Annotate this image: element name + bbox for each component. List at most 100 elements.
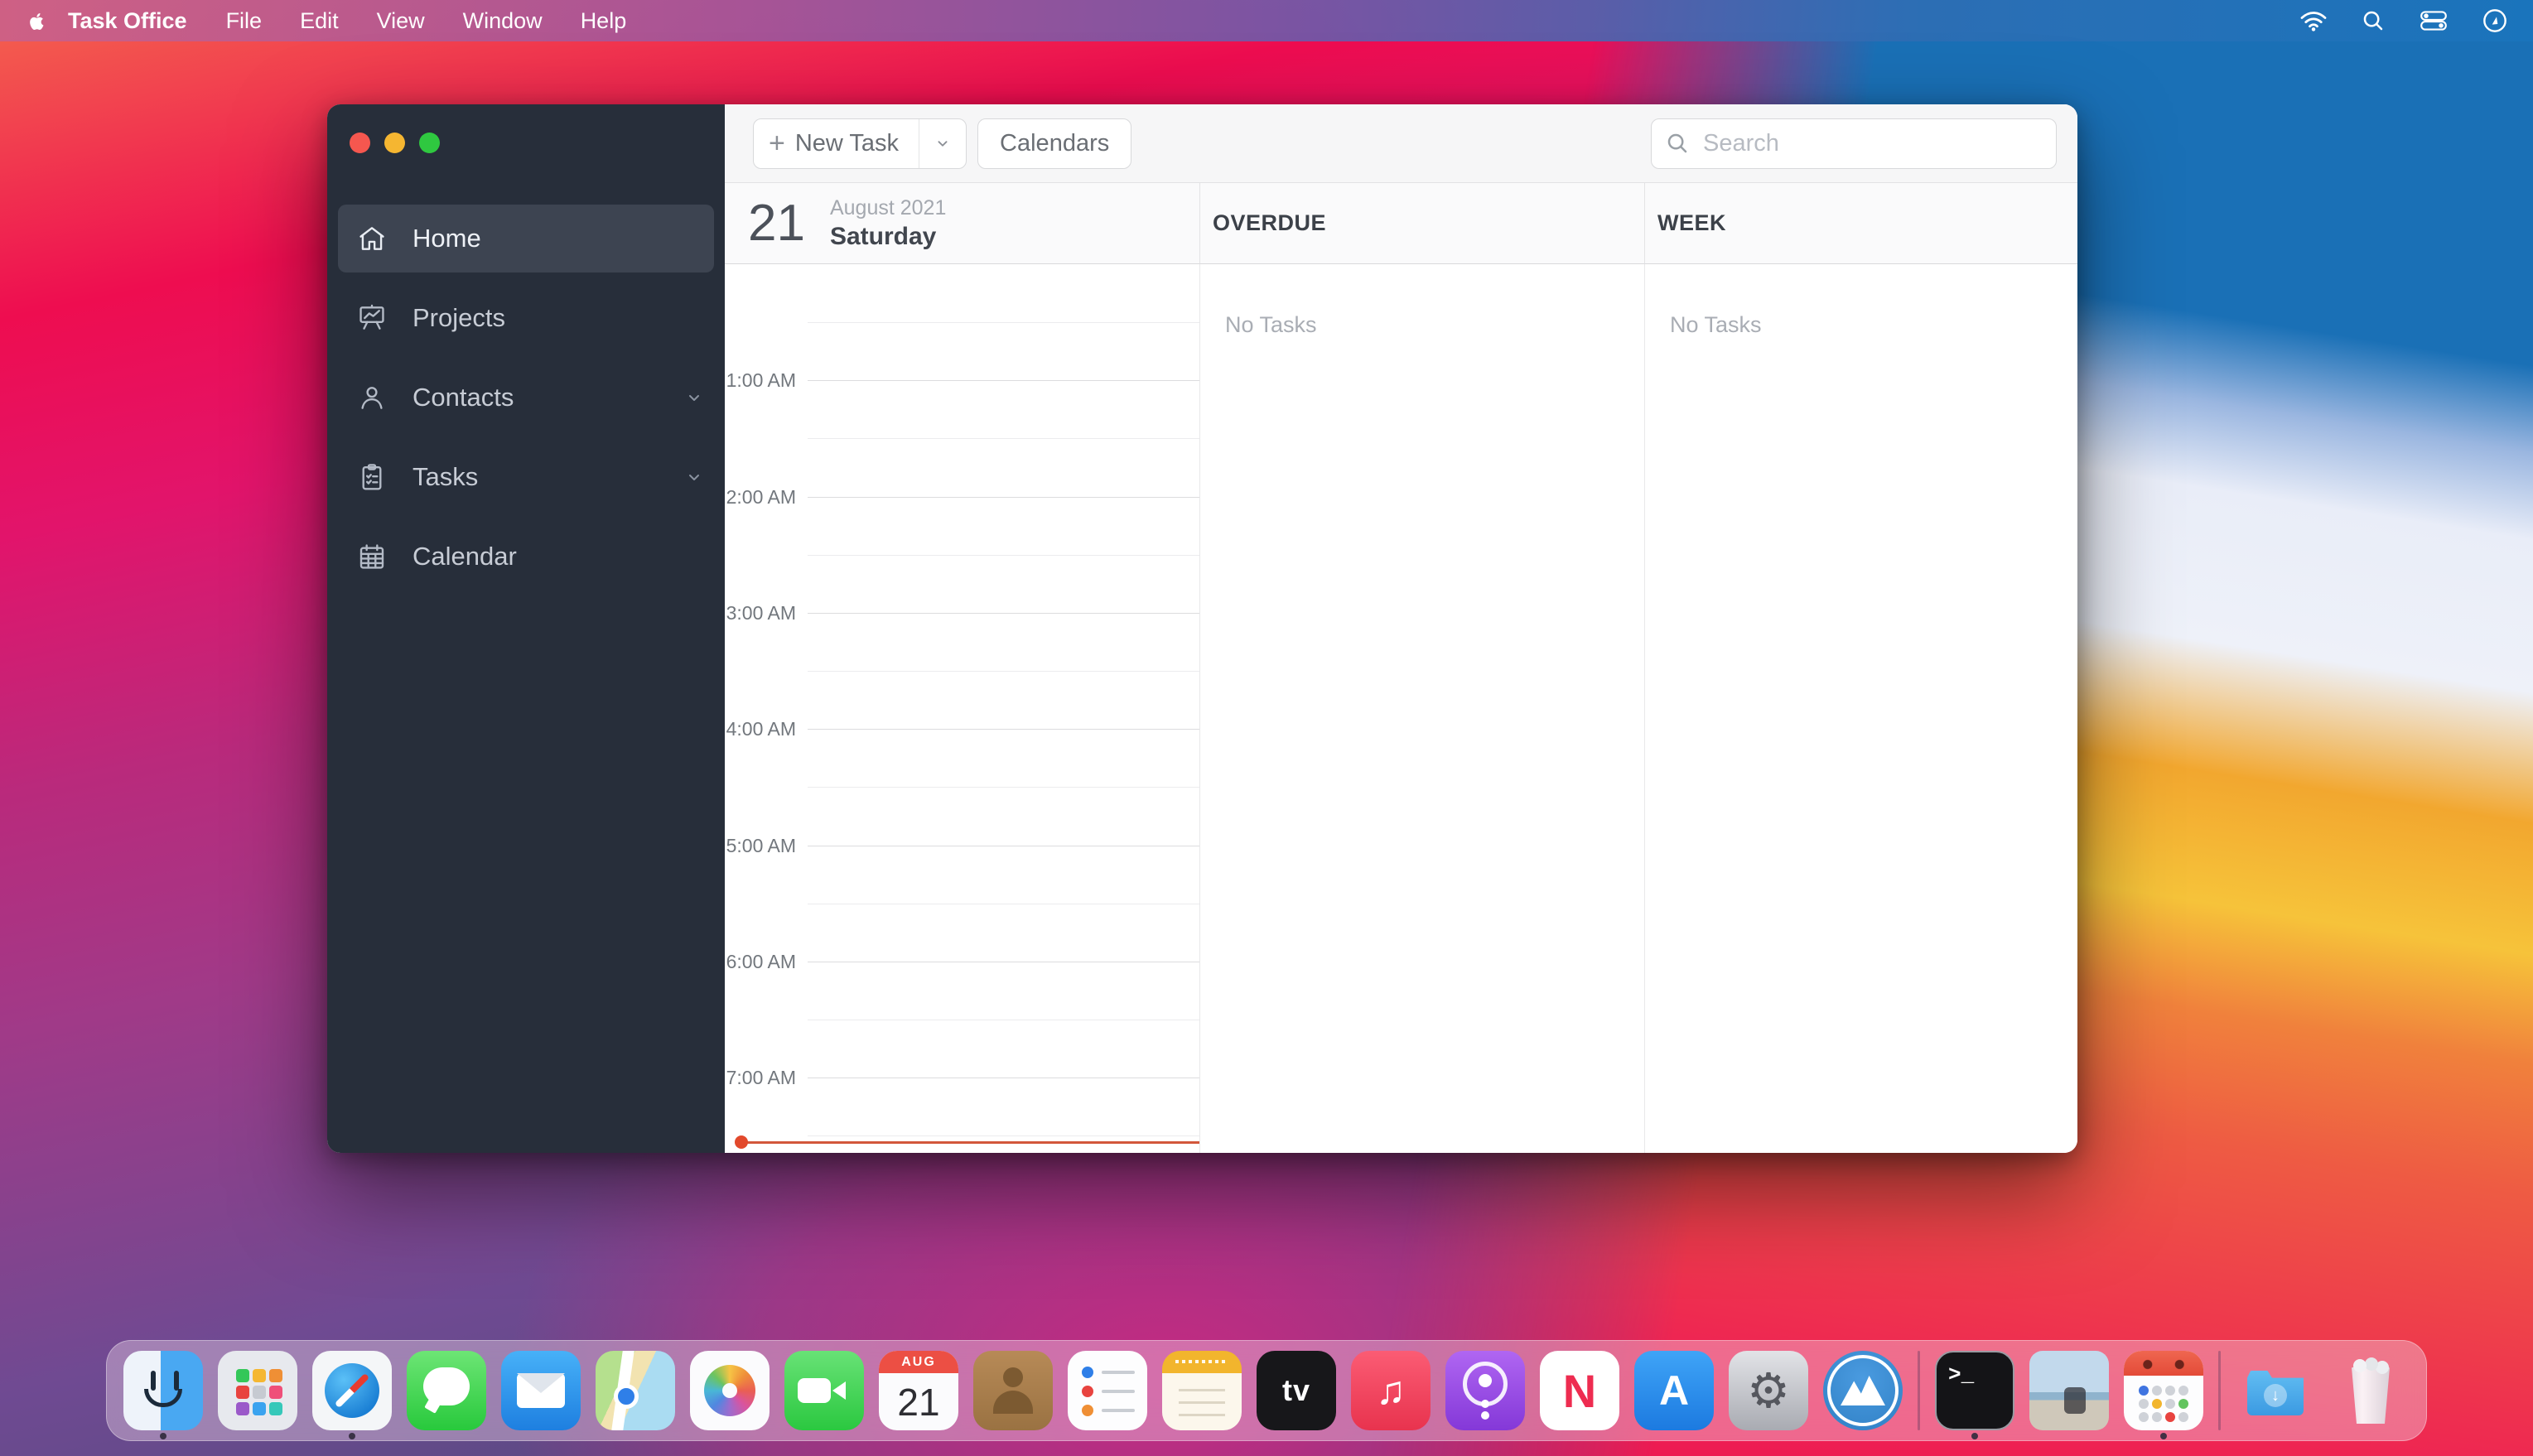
dock-item-podcasts[interactable]: [1445, 1351, 1525, 1439]
menu-edit[interactable]: Edit: [281, 0, 358, 41]
search-input[interactable]: [1701, 129, 2043, 158]
dock-item-apple-tv[interactable]: tv: [1257, 1351, 1336, 1439]
dock-item-facetime[interactable]: [784, 1351, 864, 1439]
hour-gridline: [808, 497, 1199, 498]
dock-item-photos[interactable]: [690, 1351, 770, 1439]
dock-item-reminders[interactable]: [1068, 1351, 1147, 1439]
dock-item-mountain-app[interactable]: [1823, 1351, 1903, 1439]
menu-help[interactable]: Help: [562, 0, 646, 41]
calendar-icon: AUG21: [879, 1351, 958, 1430]
plus-icon: +: [769, 128, 785, 160]
sidebar-item-label: Contacts: [413, 383, 514, 412]
music-icon: ♫: [1351, 1351, 1431, 1430]
dock-item-downloads-folder[interactable]: [2236, 1351, 2315, 1439]
finder-icon: [123, 1351, 203, 1430]
safari-icon: [312, 1351, 392, 1430]
apple-menu[interactable]: [0, 8, 48, 34]
hour-gridline: [808, 729, 1199, 730]
sidebar-item-label: Calendar: [413, 542, 517, 571]
running-indicator-dot: [160, 1433, 166, 1439]
weekday-label: Saturday: [830, 223, 946, 251]
main-area: + New Task Calendars 21: [725, 104, 2077, 1153]
downloads-folder-icon: [2236, 1351, 2315, 1430]
news-icon: N: [1540, 1351, 1619, 1430]
facetime-icon: [784, 1351, 864, 1430]
dock-icon-glyph: ♫: [1351, 1351, 1431, 1430]
control-center-icon[interactable]: [2419, 10, 2449, 31]
overdue-column[interactable]: No Tasks: [1199, 264, 1644, 1153]
sidebar-item-label: Home: [413, 224, 481, 253]
menu-window[interactable]: Window: [444, 0, 562, 41]
half-hour-gridline: [808, 438, 1199, 439]
sidebar-item-contacts[interactable]: Contacts: [338, 364, 714, 431]
dock: AUG21 tv♫ NA⚙ >_: [106, 1340, 2427, 1441]
day-grid[interactable]: 1:00 AM2:00 AM3:00 AM4:00 AM5:00 AM6:00 …: [725, 264, 1199, 1153]
dock-item-minimized-window[interactable]: [2029, 1351, 2109, 1439]
wifi-icon[interactable]: [2299, 9, 2328, 32]
dock-item-messages[interactable]: [407, 1351, 486, 1439]
sidebar-item-label: Projects: [413, 303, 505, 333]
spotlight-search-icon[interactable]: [2361, 8, 2386, 33]
running-indicator-dot: [1971, 1433, 1978, 1439]
time-label: 1:00 AM: [725, 369, 796, 392]
sidebar-item-projects[interactable]: Projects: [338, 284, 714, 352]
half-hour-gridline: [808, 555, 1199, 556]
dock-icon-glyph: ⚙: [1729, 1351, 1808, 1430]
dock-item-trash[interactable]: [2330, 1351, 2410, 1439]
current-time-line: [740, 1141, 1199, 1144]
dock-item-mail[interactable]: [501, 1351, 581, 1439]
dock-item-news[interactable]: N: [1540, 1351, 1619, 1439]
week-empty-text: No Tasks: [1670, 312, 1762, 338]
tasks-icon: [356, 461, 388, 493]
dock-item-safari[interactable]: [312, 1351, 392, 1439]
dock-item-app-store[interactable]: A: [1634, 1351, 1714, 1439]
new-task-split-button: + New Task: [753, 118, 967, 169]
system-preferences-icon: ⚙: [1729, 1351, 1808, 1430]
task-office-window: Home Projects Contacts Tasks: [327, 104, 2077, 1153]
photos-icon: [690, 1351, 770, 1430]
window-controls: [327, 104, 725, 153]
current-time-dot: [735, 1135, 748, 1149]
overdue-header: OVERDUE: [1199, 183, 1644, 264]
toolbar: + New Task Calendars: [725, 104, 2077, 183]
zoom-button[interactable]: [419, 133, 440, 153]
half-hour-gridline: [808, 1135, 1199, 1136]
dock-icon-glyph: tv: [1257, 1351, 1336, 1430]
new-task-dropdown-button[interactable]: [919, 119, 966, 168]
screen-sharing-icon[interactable]: [2482, 7, 2508, 34]
running-indicator-dot: [2160, 1433, 2167, 1439]
chevron-down-icon[interactable]: [684, 467, 704, 487]
dock-item-contacts[interactable]: [973, 1351, 1053, 1439]
dock-item-maps[interactable]: [596, 1351, 675, 1439]
dock-item-music[interactable]: ♫: [1351, 1351, 1431, 1439]
half-hour-gridline: [808, 787, 1199, 788]
sidebar-item-tasks[interactable]: Tasks: [338, 443, 714, 511]
time-label: 4:00 AM: [725, 717, 796, 740]
projects-icon: [356, 302, 388, 334]
week-column[interactable]: No Tasks: [1644, 264, 2077, 1153]
terminal-icon: >_: [1935, 1351, 2014, 1430]
apple-tv-icon: tv: [1257, 1351, 1336, 1430]
dock-item-calendar[interactable]: AUG21: [879, 1351, 958, 1439]
menu-file[interactable]: File: [207, 0, 282, 41]
dock-item-terminal[interactable]: >_: [1935, 1351, 2014, 1439]
minimized-window-icon: [2029, 1351, 2109, 1430]
close-button[interactable]: [350, 133, 370, 153]
search-field[interactable]: [1651, 118, 2057, 169]
new-task-button[interactable]: + New Task: [754, 128, 919, 160]
dock-icon-text: AUG: [879, 1351, 958, 1373]
minimize-button[interactable]: [384, 133, 405, 153]
calendars-button[interactable]: Calendars: [977, 118, 1131, 169]
dock-item-notes[interactable]: [1162, 1351, 1242, 1439]
menu-view[interactable]: View: [358, 0, 444, 41]
dock-item-task-office[interactable]: [2124, 1351, 2203, 1439]
dock-icon-glyph: >_: [1937, 1352, 2013, 1429]
trash-icon: [2330, 1351, 2410, 1430]
sidebar-item-calendar[interactable]: Calendar: [338, 523, 714, 591]
chevron-down-icon[interactable]: [684, 388, 704, 407]
dock-item-finder[interactable]: [123, 1351, 203, 1439]
dock-item-system-preferences[interactable]: ⚙: [1729, 1351, 1808, 1439]
sidebar-item-home[interactable]: Home: [338, 205, 714, 272]
dock-item-launchpad[interactable]: [218, 1351, 297, 1439]
app-store-icon: A: [1634, 1351, 1714, 1430]
